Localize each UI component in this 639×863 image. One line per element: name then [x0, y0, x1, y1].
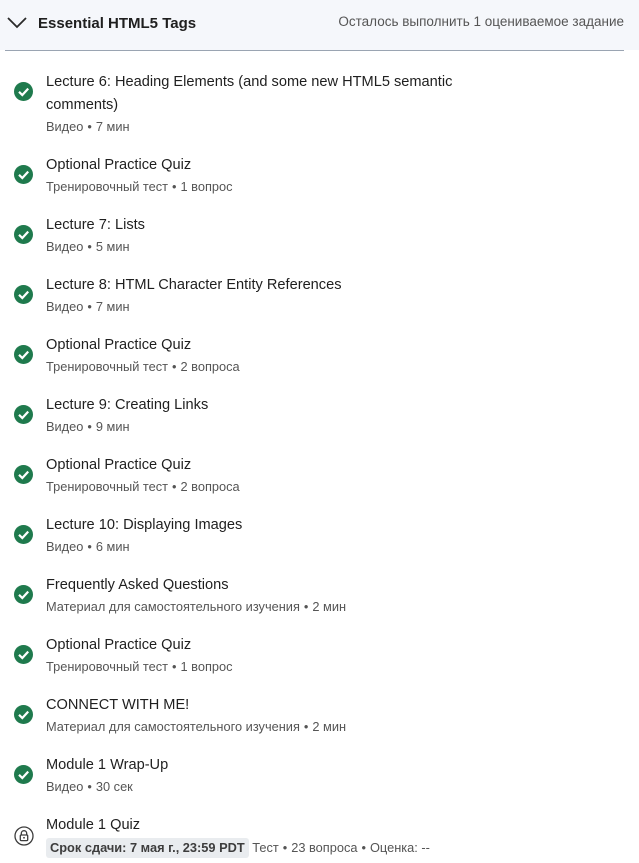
- item-title[interactable]: Module 1 Wrap-Up: [46, 754, 486, 777]
- due-date-badge: Срок сдачи: 7 мая г., 23:59 PDT: [46, 838, 249, 858]
- item-title[interactable]: Optional Practice Quiz: [46, 154, 486, 177]
- item-type: Видео: [46, 419, 84, 434]
- item-detail: 1 вопрос: [180, 179, 233, 194]
- item-detail: 7 мин: [95, 299, 130, 314]
- item-title[interactable]: CONNECT WITH ME!: [46, 694, 486, 717]
- item-title[interactable]: Optional Practice Quiz: [46, 454, 486, 477]
- item-detail: 2 мин: [312, 599, 347, 614]
- item-meta: Видео • 7 мин: [46, 119, 130, 134]
- item-meta: Материал для самостоятельного изучения • 2…: [46, 719, 347, 734]
- item-title[interactable]: Lecture 9: Creating Links: [46, 394, 486, 417]
- section-title: Essential HTML5 Tags: [38, 15, 197, 32]
- chevron-down-icon[interactable]: [6, 14, 28, 30]
- item-type: Материал для самостоятельного изучения: [46, 599, 300, 614]
- item-type: Тренировочный тест: [46, 659, 169, 674]
- item-type: Тренировочный тест: [46, 179, 169, 194]
- item-meta: Видео • 5 мин: [46, 239, 130, 254]
- lock-icon: [14, 826, 34, 846]
- item-meta: Видео • 30 сек: [46, 779, 133, 794]
- divider: [5, 50, 624, 51]
- section-status: Осталось выполнить 1 оцениваемое задание: [338, 14, 624, 29]
- quiz-questions: 23 вопроса: [291, 840, 358, 855]
- item-detail: 2 вопроса: [180, 359, 240, 374]
- item-title[interactable]: Optional Practice Quiz: [46, 634, 486, 657]
- item-detail: 6 мин: [95, 539, 130, 554]
- section-header[interactable]: Essential HTML5 Tags Осталось выполнить …: [0, 0, 639, 50]
- item-type: Тренировочный тест: [46, 359, 169, 374]
- item-title[interactable]: Frequently Asked Questions: [46, 574, 486, 597]
- item-detail: 2 мин: [312, 719, 347, 734]
- quiz-title[interactable]: Module 1 Quiz: [46, 814, 486, 837]
- item-detail: 5 мин: [95, 239, 130, 254]
- check-circle-icon: [14, 525, 33, 544]
- item-meta: Тренировочный тест • 1 вопрос: [46, 179, 233, 194]
- item-type: Видео: [46, 539, 84, 554]
- item-type: Видео: [46, 779, 84, 794]
- item-type: Видео: [46, 299, 84, 314]
- item-meta: Видео • 9 мин: [46, 419, 130, 434]
- item-title[interactable]: Optional Practice Quiz: [46, 334, 486, 357]
- item-meta: Материал для самостоятельного изучения • 2…: [46, 599, 347, 614]
- item-detail: 30 сек: [95, 779, 133, 794]
- item-meta: Тренировочный тест • 2 вопроса: [46, 479, 240, 494]
- item-meta: Видео • 6 мин: [46, 539, 130, 554]
- check-circle-icon: [14, 465, 33, 484]
- item-title[interactable]: Lecture 10: Displaying Images: [46, 514, 486, 537]
- check-circle-icon: [14, 225, 33, 244]
- quiz-grade: Оценка: --: [369, 840, 430, 855]
- check-circle-icon: [14, 285, 33, 304]
- item-meta: Тренировочный тест • 1 вопрос: [46, 659, 233, 674]
- check-circle-icon: [14, 765, 33, 784]
- item-type: Видео: [46, 239, 84, 254]
- check-circle-icon: [14, 645, 33, 664]
- quiz-meta: Срок сдачи: 7 мая г., 23:59 PDT Тест • 23 …: [46, 838, 430, 858]
- item-detail: 1 вопрос: [180, 659, 233, 674]
- item-detail: 7 мин: [95, 119, 130, 134]
- check-circle-icon: [14, 165, 33, 184]
- item-title[interactable]: Lecture 6: Heading Elements (and some ne…: [46, 71, 486, 117]
- item-meta: Видео • 7 мин: [46, 299, 130, 314]
- item-type: Материал для самостоятельного изучения: [46, 719, 300, 734]
- item-type: Видео: [46, 119, 84, 134]
- item-title[interactable]: Lecture 8: HTML Character Entity Referen…: [46, 274, 486, 297]
- item-meta: Тренировочный тест • 2 вопроса: [46, 359, 240, 374]
- item-detail: 9 мин: [95, 419, 130, 434]
- check-circle-icon: [14, 585, 33, 604]
- check-circle-icon: [14, 345, 33, 364]
- item-type: Тренировочный тест: [46, 479, 169, 494]
- check-circle-icon: [14, 405, 33, 424]
- quiz-type: Тест: [252, 840, 279, 855]
- item-title[interactable]: Lecture 7: Lists: [46, 214, 486, 237]
- check-circle-icon: [14, 705, 33, 724]
- item-detail: 2 вопроса: [180, 479, 240, 494]
- check-circle-icon: [14, 82, 33, 101]
